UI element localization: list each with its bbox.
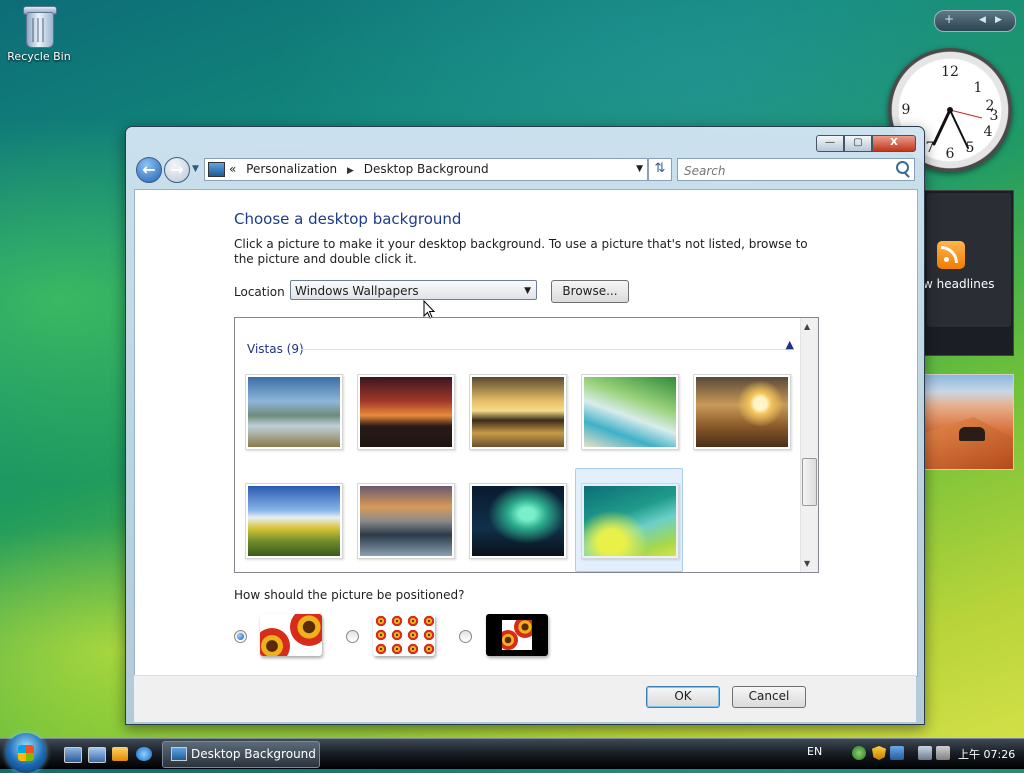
refresh-icon[interactable]: ⇅ xyxy=(648,158,672,181)
position-center-radio[interactable] xyxy=(459,630,472,643)
network-icon[interactable] xyxy=(918,746,932,760)
position-center-preview[interactable] xyxy=(486,614,548,656)
breadcrumb-desktop-background[interactable]: Desktop Background xyxy=(364,162,489,176)
recycle-bin-icon xyxy=(22,4,57,48)
scrollbar-thumb[interactable] xyxy=(802,458,817,506)
recycle-bin-label: Recycle Bin xyxy=(7,50,71,63)
location-dropdown[interactable]: Windows Wallpapers ▼ xyxy=(290,280,537,300)
dialog-footer: OK Cancel xyxy=(134,675,916,722)
chevron-down-icon: ▼ xyxy=(524,286,531,296)
clock-num-6: 6 xyxy=(946,146,955,162)
sidebar-tray-icon[interactable] xyxy=(890,746,904,760)
breadcrumb-separator-icon[interactable]: ▶ xyxy=(347,166,354,176)
thumbnail-rock-reflection[interactable] xyxy=(357,483,455,559)
ok-button[interactable]: OK xyxy=(646,686,720,708)
taskbar-button-label: Desktop Background xyxy=(191,747,316,761)
position-question: How should the picture be positioned? xyxy=(234,588,465,602)
breadcrumb-personalization[interactable]: Personalization xyxy=(246,162,337,176)
volume-muted-icon[interactable] xyxy=(936,746,950,760)
minimize-button[interactable]: — xyxy=(816,135,844,152)
search-box[interactable] xyxy=(677,158,915,181)
scroll-down-icon[interactable]: ▼ xyxy=(804,559,810,568)
content-pane: Choose a desktop background Click a pict… xyxy=(134,189,918,677)
language-indicator[interactable]: EN xyxy=(807,745,822,758)
taskbar-button-desktop-background[interactable]: Desktop Background xyxy=(162,741,320,768)
thumbnail-mountain-lake[interactable] xyxy=(245,374,343,450)
clock-num-9: 9 xyxy=(902,102,911,118)
clock-num-12: 12 xyxy=(941,64,959,80)
breadcrumb-chevron[interactable]: « xyxy=(229,162,236,176)
navigation-bar: ← → ▼ « Personalization ▶ Desktop Backgr… xyxy=(134,156,918,184)
thumbnail-grass-sunset[interactable] xyxy=(693,374,791,450)
gallery-scrollbar[interactable]: ▲ ▼ xyxy=(800,318,818,572)
page-title: Choose a desktop background xyxy=(234,210,462,228)
clock-num-1: 1 xyxy=(974,80,983,96)
clock-num-4: 4 xyxy=(984,124,993,140)
maximize-button[interactable]: ▢ xyxy=(844,135,872,152)
switch-windows-icon[interactable] xyxy=(88,747,106,763)
recent-pages-dropdown-icon[interactable]: ▼ xyxy=(192,164,199,174)
thumbnail-vista-default[interactable] xyxy=(581,483,679,559)
sidebar-next-button[interactable]: ▶ xyxy=(995,15,1002,25)
address-bar[interactable]: « Personalization ▶ Desktop Background ▼ xyxy=(204,158,648,181)
clock-minute-hand xyxy=(949,109,969,149)
address-dropdown-icon[interactable]: ▼ xyxy=(636,164,643,174)
thumbnail-sunset-hills[interactable] xyxy=(357,374,455,450)
search-icon[interactable] xyxy=(896,161,909,174)
rss-feed-icon xyxy=(937,241,965,269)
messenger-icon[interactable] xyxy=(852,746,866,760)
location-label: Location xyxy=(234,285,285,299)
position-tile-radio[interactable] xyxy=(346,630,359,643)
thumbnail-green-meadow[interactable] xyxy=(245,483,343,559)
close-button[interactable]: X xyxy=(872,135,916,152)
thumbnail-aurora[interactable] xyxy=(469,483,567,559)
scroll-up-icon[interactable]: ▲ xyxy=(804,322,810,331)
position-fit-radio[interactable] xyxy=(234,630,247,643)
sidebar-prev-button[interactable]: ◀ xyxy=(979,15,986,25)
thumbnail-palm-frond-beach[interactable] xyxy=(581,374,679,450)
slideshow-gadget[interactable] xyxy=(924,374,1014,470)
back-button[interactable]: ← xyxy=(136,157,162,183)
search-input[interactable] xyxy=(682,161,886,180)
breadcrumb: « Personalization ▶ Desktop Background xyxy=(229,162,495,176)
forward-button[interactable]: → xyxy=(164,157,190,183)
clock-second-hand xyxy=(949,109,983,119)
tray-clock[interactable]: 上午 07:26 xyxy=(958,746,1015,762)
internet-explorer-icon[interactable] xyxy=(136,747,152,761)
clock-hour-hand xyxy=(932,108,952,146)
browse-button[interactable]: Browse... xyxy=(551,280,629,303)
thumbnail-rocky-shore-sunset[interactable] xyxy=(469,374,567,450)
wallpaper-gallery: Vistas (9) ▲ ▲ ▼ xyxy=(234,317,819,573)
cancel-button[interactable]: Cancel xyxy=(732,686,806,708)
feed-headlines-label: w headlines xyxy=(923,277,995,291)
control-panel-icon xyxy=(171,747,187,761)
sidebar-controls: + ◀ ▶ xyxy=(934,10,1016,32)
security-shield-icon[interactable] xyxy=(872,746,886,760)
group-title[interactable]: Vistas (9) xyxy=(247,342,304,356)
clock-num-5: 5 xyxy=(966,140,975,156)
control-panel-icon xyxy=(208,162,225,177)
oryx-image xyxy=(959,427,985,441)
location-value: Windows Wallpapers xyxy=(295,284,419,298)
collapse-group-icon[interactable]: ▲ xyxy=(786,338,794,351)
page-description: Click a picture to make it your desktop … xyxy=(234,237,808,266)
position-fit-preview[interactable] xyxy=(260,614,322,656)
show-desktop-icon[interactable] xyxy=(64,747,82,763)
media-player-icon[interactable] xyxy=(112,747,128,761)
position-tile-preview[interactable] xyxy=(373,614,435,656)
sidebar-add-gadget-button[interactable]: + xyxy=(944,12,954,26)
desktop-background-window: — ▢ X ← → ▼ « Personalization ▶ Desktop … xyxy=(125,126,925,725)
window-controls: — ▢ X xyxy=(816,135,916,152)
start-button[interactable] xyxy=(6,733,46,773)
taskbar: Desktop Background EN 上午 07:26 xyxy=(0,733,1024,773)
recycle-bin-desktop-icon[interactable]: Recycle Bin xyxy=(6,4,72,63)
clock-num-3: 3 xyxy=(990,108,999,124)
feed-headlines-gadget[interactable]: w headlines xyxy=(923,190,1014,356)
